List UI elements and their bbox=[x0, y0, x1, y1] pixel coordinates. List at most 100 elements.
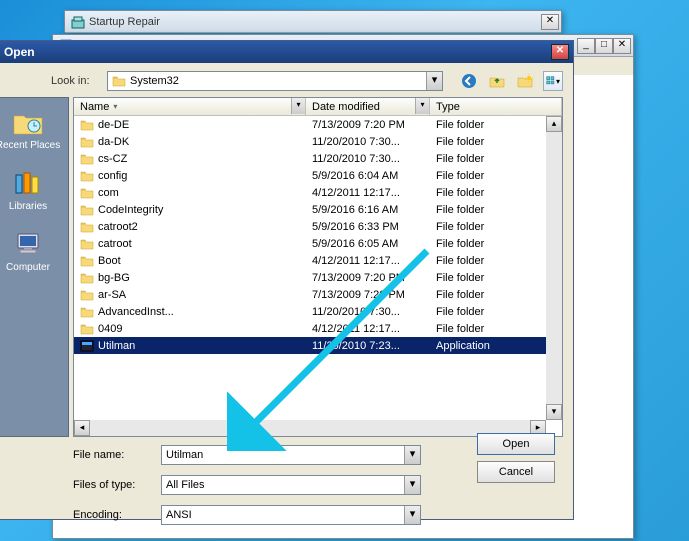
places-recent[interactable]: Recent Places bbox=[0, 108, 60, 151]
file-date-cell: 11/20/2010 7:23... bbox=[306, 340, 430, 352]
file-type-cell: File folder bbox=[430, 221, 562, 233]
file-list-row[interactable]: config5/9/2016 6:04 AMFile folder bbox=[74, 167, 562, 184]
file-name-input[interactable]: Utilman ▾ bbox=[161, 445, 421, 465]
views-button[interactable]: ▾ bbox=[543, 71, 563, 91]
column-filter-button[interactable]: ▾ bbox=[415, 98, 429, 114]
file-list-row[interactable]: Boot4/12/2011 12:17...File folder bbox=[74, 252, 562, 269]
back-button[interactable] bbox=[459, 71, 479, 91]
file-date-cell: 7/13/2009 7:20 PM bbox=[306, 289, 430, 301]
encoding-label: Encoding: bbox=[73, 509, 153, 521]
file-list-row[interactable]: CodeIntegrity5/9/2016 6:16 AMFile folder bbox=[74, 201, 562, 218]
places-computer[interactable]: Computer bbox=[6, 230, 50, 273]
new-folder-button[interactable] bbox=[515, 71, 535, 91]
look-in-value: System32 bbox=[130, 75, 179, 87]
file-list-row[interactable]: com4/12/2011 12:17...File folder bbox=[74, 184, 562, 201]
file-type-cell: File folder bbox=[430, 119, 562, 131]
file-type-cell: File folder bbox=[430, 255, 562, 267]
folder-icon bbox=[80, 255, 94, 267]
file-date-cell: 7/13/2009 7:20 PM bbox=[306, 119, 430, 131]
file-list-row[interactable]: catroot 5/9/2016 6:05 AMFile folder bbox=[74, 235, 562, 252]
file-name-label: File name: bbox=[73, 449, 153, 461]
column-date[interactable]: Date modified ▾ bbox=[306, 98, 430, 115]
folder-icon bbox=[80, 272, 94, 284]
folder-icon bbox=[80, 323, 94, 335]
file-list-row[interactable]: AdvancedInst... 11/20/2010 7:30...File fo… bbox=[74, 303, 562, 320]
file-type-cell: File folder bbox=[430, 306, 562, 318]
minimize-button[interactable]: _ bbox=[577, 38, 595, 54]
file-name-cell: da-DK bbox=[98, 136, 129, 148]
folder-icon bbox=[80, 170, 94, 182]
files-of-type-combo[interactable]: All Files ▾ bbox=[161, 475, 421, 495]
startup-repair-titlebar[interactable]: Startup Repair ✕ bbox=[65, 11, 561, 33]
file-list-row[interactable]: da-DK11/20/2010 7:30...File folder bbox=[74, 133, 562, 150]
column-name[interactable]: Name ▾ ▾ bbox=[74, 98, 306, 115]
files-of-type-label: Files of type: bbox=[73, 479, 153, 491]
file-type-cell: File folder bbox=[430, 187, 562, 199]
file-type-cell: File folder bbox=[430, 238, 562, 250]
file-name-cell: catroot bbox=[98, 238, 132, 250]
open-dialog-titlebar[interactable]: 📂 Open ✕ bbox=[0, 41, 573, 63]
file-date-cell: 4/12/2011 12:17... bbox=[306, 323, 430, 335]
folder-icon bbox=[80, 306, 94, 318]
file-type-cell: File folder bbox=[430, 153, 562, 165]
file-list-row[interactable]: bg-BG 7/13/2009 7:20 PMFile folder bbox=[74, 269, 562, 286]
file-list-row[interactable]: cs-CZ11/20/2010 7:30...File folder bbox=[74, 150, 562, 167]
cancel-button[interactable]: Cancel bbox=[477, 461, 555, 483]
chevron-down-icon[interactable]: ▾ bbox=[404, 506, 420, 524]
scroll-up-button[interactable]: ▴ bbox=[546, 116, 562, 132]
file-list-row[interactable]: Utilman11/20/2010 7:23...Application bbox=[74, 337, 562, 354]
file-name-cell: bg-BG bbox=[98, 272, 130, 284]
file-date-cell: 5/9/2016 6:05 AM bbox=[306, 238, 430, 250]
maximize-button[interactable]: □ bbox=[595, 38, 613, 54]
close-button[interactable]: ✕ bbox=[551, 44, 569, 60]
file-type-cell: File folder bbox=[430, 323, 562, 335]
horizontal-scrollbar[interactable]: ◂ ▸ bbox=[74, 420, 546, 436]
scroll-left-button[interactable]: ◂ bbox=[74, 420, 90, 436]
chevron-down-icon[interactable]: ▾ bbox=[426, 72, 442, 90]
file-type-cell: File folder bbox=[430, 204, 562, 216]
column-filter-button[interactable]: ▾ bbox=[291, 98, 305, 114]
chevron-down-icon[interactable]: ▾ bbox=[404, 476, 420, 494]
column-type[interactable]: Type bbox=[430, 98, 562, 115]
folder-icon bbox=[80, 187, 94, 199]
file-list-row[interactable]: ar-SA7/13/2009 7:20 PMFile folder bbox=[74, 286, 562, 303]
close-button[interactable]: ✕ bbox=[613, 38, 631, 54]
file-list-row[interactable]: 04094/12/2011 12:17...File folder bbox=[74, 320, 562, 337]
file-name-cell: AdvancedInst... bbox=[98, 306, 174, 318]
vertical-scrollbar[interactable]: ▴ ▾ bbox=[546, 116, 562, 420]
chevron-down-icon[interactable]: ▾ bbox=[404, 446, 420, 464]
places-bar: Recent Places Libraries Computer bbox=[0, 97, 69, 437]
places-computer-label: Computer bbox=[6, 262, 50, 273]
look-in-combo[interactable]: System32 ▾ bbox=[107, 71, 443, 91]
file-list-row[interactable]: de-DE 7/13/2009 7:20 PMFile folder bbox=[74, 116, 562, 133]
files-of-type-value: All Files bbox=[166, 479, 205, 491]
file-type-cell: File folder bbox=[430, 272, 562, 284]
file-date-cell: 11/20/2010 7:30... bbox=[306, 306, 430, 318]
file-name-cell: de-DE bbox=[98, 119, 129, 131]
startup-repair-icon bbox=[71, 15, 85, 29]
places-libraries[interactable]: Libraries bbox=[9, 169, 47, 212]
file-date-cell: 4/12/2011 12:17... bbox=[306, 187, 430, 199]
folder-icon bbox=[80, 136, 94, 148]
recent-places-icon bbox=[12, 108, 44, 136]
application-icon bbox=[80, 340, 94, 352]
close-button[interactable]: ✕ bbox=[541, 14, 559, 30]
scroll-track[interactable] bbox=[546, 132, 562, 404]
folder-icon bbox=[80, 289, 94, 301]
file-name-value: Utilman bbox=[166, 449, 203, 461]
file-date-cell: 5/9/2016 6:33 PM bbox=[306, 221, 430, 233]
places-recent-label: Recent Places bbox=[0, 140, 60, 151]
sort-indicator-icon: ▾ bbox=[113, 102, 117, 111]
folder-icon bbox=[80, 238, 94, 250]
up-one-level-button[interactable] bbox=[487, 71, 507, 91]
file-list: Name ▾ ▾ Date modified ▾ Type de-DE 7/13/… bbox=[73, 97, 563, 437]
encoding-combo[interactable]: ANSI ▾ bbox=[161, 505, 421, 525]
file-name-cell: config bbox=[98, 170, 127, 182]
scroll-down-button[interactable]: ▾ bbox=[546, 404, 562, 420]
folder-icon bbox=[80, 153, 94, 165]
open-button[interactable]: Open bbox=[477, 433, 555, 455]
file-name-cell: cs-CZ bbox=[98, 153, 127, 165]
file-date-cell: 7/13/2009 7:20 PM bbox=[306, 272, 430, 284]
scroll-track[interactable] bbox=[90, 420, 530, 436]
file-list-row[interactable]: catroot25/9/2016 6:33 PMFile folder bbox=[74, 218, 562, 235]
